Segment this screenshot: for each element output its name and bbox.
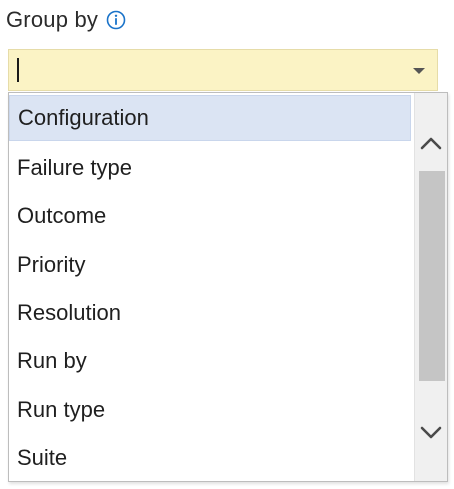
option-suite[interactable]: Suite	[9, 435, 411, 481]
option-priority[interactable]: Priority	[9, 242, 411, 288]
option-label: Suite	[17, 445, 68, 470]
option-label: Configuration	[18, 105, 149, 130]
chevron-up-icon[interactable]	[415, 125, 447, 161]
group-by-panel: Group by Configuration Failure type Outc…	[0, 0, 454, 489]
option-label: Outcome	[17, 203, 107, 228]
option-resolution[interactable]: Resolution	[9, 290, 411, 336]
info-icon[interactable]	[106, 10, 126, 30]
option-label: Run type	[17, 397, 106, 422]
option-label: Failure type	[17, 155, 132, 180]
dropdown-scrollbar[interactable]	[414, 93, 447, 481]
option-label: Resolution	[17, 300, 121, 325]
dropdown-options: Configuration Failure type Outcome Prior…	[9, 93, 413, 481]
chevron-down-icon[interactable]	[409, 61, 429, 81]
option-outcome[interactable]: Outcome	[9, 193, 411, 239]
group-by-combobox[interactable]	[8, 49, 438, 91]
group-by-label: Group by	[6, 7, 99, 32]
chevron-down-icon[interactable]	[415, 415, 447, 451]
group-by-dropdown-list: Configuration Failure type Outcome Prior…	[8, 92, 448, 482]
option-label: Priority	[17, 252, 86, 277]
option-run-type[interactable]: Run type	[9, 387, 411, 433]
text-caret	[17, 58, 19, 82]
option-failure-type[interactable]: Failure type	[9, 145, 411, 191]
option-configuration[interactable]: Configuration	[9, 95, 411, 141]
scrollbar-thumb[interactable]	[419, 171, 445, 381]
group-by-label-row: Group by	[6, 4, 126, 36]
option-label: Run by	[17, 348, 87, 373]
option-run-by[interactable]: Run by	[9, 338, 411, 384]
